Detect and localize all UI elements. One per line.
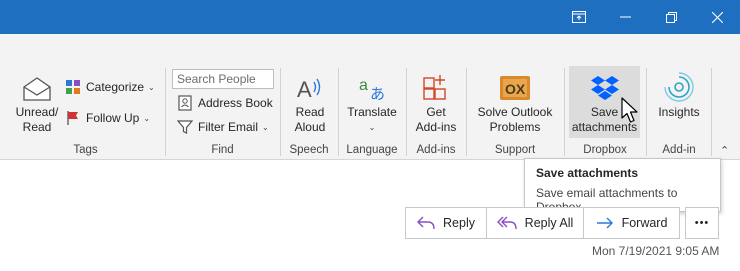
read-aloud-line1: Read — [295, 105, 325, 119]
insights-button[interactable]: Insights — [652, 64, 706, 120]
solve-problems-line1: Solve Outlook — [477, 105, 553, 119]
close-icon — [711, 11, 723, 23]
chevron-down-icon: ⌄ — [262, 122, 269, 132]
close-button[interactable] — [694, 0, 740, 34]
read-aloud-button[interactable]: A Read Aloud — [288, 64, 332, 135]
solve-outlook-problems-button[interactable]: OX Solve Outlook Problems — [472, 64, 558, 135]
svg-text:a: a — [359, 77, 368, 94]
search-people-input[interactable]: Search People — [172, 69, 274, 89]
get-addins-button[interactable]: Get Add-ins — [410, 64, 462, 135]
filter-email-button[interactable]: Filter Email ⌄ — [176, 117, 269, 137]
group-divider — [466, 68, 467, 156]
reply-icon — [417, 216, 435, 230]
ribbon-display-options-button[interactable] — [556, 0, 602, 34]
reply-button[interactable]: Reply — [405, 207, 487, 239]
speech-group-label: Speech — [289, 144, 329, 156]
group-divider — [338, 68, 339, 156]
search-people-placeholder: Search People — [177, 72, 256, 86]
group-divider — [165, 68, 166, 156]
follow-up-label: Follow Up — [86, 111, 140, 125]
chevron-up-icon: ⌃ — [720, 145, 730, 157]
ribbon-display-icon — [572, 11, 586, 23]
group-divider — [406, 68, 407, 156]
get-addins-line1: Get — [426, 105, 446, 119]
read-aloud-icon: A — [295, 68, 325, 102]
group-divider — [564, 68, 565, 156]
unread-read-button[interactable]: Unread/ Read — [10, 64, 64, 135]
minimize-icon — [619, 16, 631, 18]
outlook-support-icon: OX — [498, 68, 532, 102]
forward-icon — [596, 217, 614, 229]
tooltip-title: Save attachments — [536, 166, 639, 180]
reply-all-button[interactable]: Reply All — [486, 207, 584, 239]
title-bar — [0, 0, 740, 34]
dropbox-group-label: Dropbox — [583, 144, 627, 156]
categorize-icon — [64, 78, 82, 96]
language-group-label: Language — [346, 144, 398, 156]
insights-icon — [664, 68, 694, 102]
address-book-icon — [176, 94, 194, 112]
dropbox-icon — [590, 68, 620, 102]
tooltip: Save attachments Save email attachments … — [524, 158, 721, 214]
svg-text:あ: あ — [370, 85, 385, 102]
translate-button[interactable]: aあ Translate ⌄ — [344, 64, 400, 135]
categorize-button[interactable]: Categorize ⌄ — [64, 77, 155, 97]
translate-label: Translate — [347, 105, 397, 119]
chevron-down-icon: ⌄ — [148, 82, 155, 92]
more-actions-button[interactable]: ••• — [685, 207, 719, 239]
envelope-icon — [22, 68, 52, 102]
find-group-label: Find — [211, 144, 234, 156]
categorize-label: Categorize — [86, 80, 145, 94]
restore-button[interactable] — [648, 0, 694, 34]
read-aloud-line2: Aloud — [294, 120, 326, 134]
get-addins-icon — [421, 68, 451, 102]
chevron-down-icon: ⌄ — [143, 113, 151, 123]
filter-icon — [176, 118, 194, 136]
support-group-label: Support — [494, 144, 536, 156]
insights-label: Insights — [658, 105, 700, 119]
translate-icon: aあ — [357, 68, 387, 102]
address-book-label: Address Book — [198, 96, 273, 110]
minimize-button[interactable] — [602, 0, 648, 34]
unread-read-line2: Read — [22, 120, 52, 134]
chevron-down-icon: ⌄ — [368, 123, 376, 132]
addins-group-label: Add-ins — [416, 144, 456, 156]
get-addins-line2: Add-ins — [415, 120, 457, 134]
flag-icon — [64, 109, 82, 127]
collapse-ribbon-button[interactable]: ⌃ — [720, 144, 729, 157]
svg-text:OX: OX — [505, 81, 526, 97]
addin-group-label: Add-in — [662, 144, 696, 156]
restore-icon — [665, 11, 677, 23]
follow-up-button[interactable]: Follow Up ⌄ — [64, 108, 150, 128]
reply-all-icon — [496, 216, 517, 230]
save-attachments-line1: Save — [590, 105, 619, 119]
address-book-button[interactable]: Address Book — [176, 93, 273, 113]
forward-label: Forward — [621, 216, 668, 230]
svg-text:A: A — [297, 77, 312, 102]
solve-problems-line2: Problems — [489, 120, 541, 134]
forward-button[interactable]: Forward — [583, 207, 680, 239]
reply-all-label: Reply All — [524, 216, 574, 230]
message-timestamp: Mon 7/19/2021 9:05 AM — [592, 244, 720, 258]
more-icon: ••• — [694, 217, 710, 229]
unread-read-line1: Unread/ — [15, 105, 59, 119]
reply-label: Reply — [443, 216, 475, 230]
tags-group-label: Tags — [73, 144, 98, 156]
group-divider — [646, 68, 647, 156]
group-divider — [280, 68, 281, 156]
mouse-pointer-icon — [621, 97, 641, 128]
filter-email-label: Filter Email — [198, 120, 259, 134]
group-divider — [711, 68, 712, 156]
